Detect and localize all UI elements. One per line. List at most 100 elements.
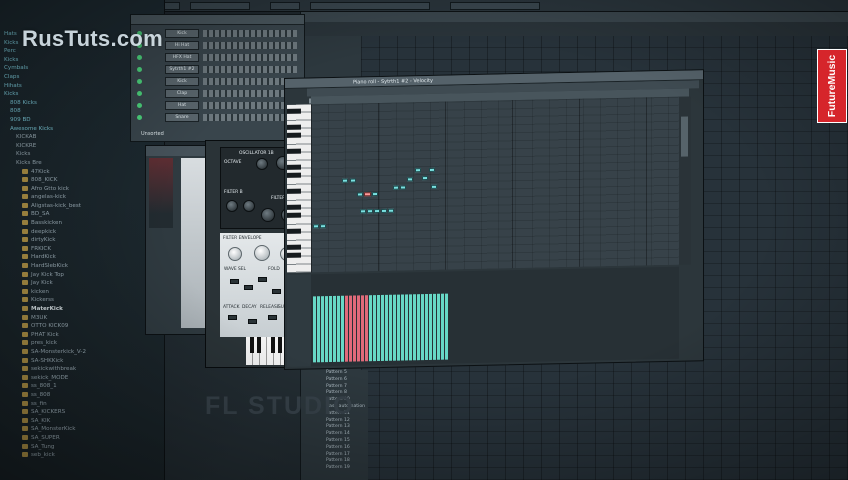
pattern-item[interactable]: Pattern 16 [322,445,368,452]
pattern-item[interactable]: Pattern 15 [322,438,368,445]
piano-roll-grid[interactable] [311,96,679,273]
note[interactable] [415,168,421,173]
pattern-item[interactable]: Pattern 19 [322,465,368,472]
channel-rack-filter[interactable]: Unsorted [141,131,164,137]
velocity-bar[interactable] [353,295,356,362]
velocity-editor[interactable] [311,266,679,367]
browser-item[interactable]: M3UK [0,314,164,323]
velocity-bar[interactable] [369,295,372,362]
slider-handle[interactable] [228,315,237,320]
browser-item[interactable]: SA_KICKERS [0,408,164,417]
note[interactable] [374,208,380,214]
channel-mute-led[interactable] [137,55,142,60]
browser-item[interactable]: Basskicken [0,219,164,228]
browser-item[interactable]: SA_SUPER [0,434,164,443]
slider-handle[interactable] [268,315,277,320]
velocity-bar[interactable] [377,294,380,362]
velocity-bar[interactable] [321,296,324,363]
toolbar-button[interactable] [450,2,540,10]
note[interactable] [372,192,378,197]
step-sequencer[interactable] [203,66,297,73]
velocity-bar[interactable] [381,294,384,361]
channel-mute-led[interactable] [137,91,142,96]
velocity-bar[interactable] [341,295,344,362]
browser-item[interactable]: SA-Monsterkick_V-2 [0,348,164,357]
note[interactable] [357,192,363,197]
channel-row[interactable]: HFX Hat [137,53,297,62]
note[interactable] [407,177,413,182]
velocity-bar[interactable] [429,293,432,360]
velocity-bar[interactable] [413,294,416,361]
slider-handle[interactable] [258,277,267,282]
browser-item[interactable]: Afro Gtto kick [0,185,164,194]
note[interactable] [431,184,437,189]
browser-item[interactable]: SA_KIK [0,417,164,426]
knob[interactable] [256,158,268,170]
toolbar-button[interactable] [310,2,430,10]
browser-item[interactable]: Kickerss [0,296,164,305]
browser-item[interactable]: Kicks [0,150,164,159]
step-sequencer[interactable] [203,54,297,61]
browser-item[interactable]: SA_MonsterKick [0,425,164,434]
step-sequencer[interactable] [203,102,297,109]
channel-row[interactable]: Clap [137,89,297,98]
piano-keyboard[interactable] [287,104,311,273]
channel-rack-title-bar[interactable] [131,15,304,25]
step-sequencer[interactable] [203,90,297,97]
knob[interactable] [243,200,255,212]
channel-row[interactable]: Snare [137,113,297,122]
velocity-bar[interactable] [397,294,400,361]
velocity-bar[interactable] [441,293,444,360]
velocity-bar[interactable] [365,295,368,362]
browser-item[interactable]: KICKRE [0,142,164,151]
velocity-bar[interactable] [357,295,360,362]
browser-item[interactable]: pres_kick [0,339,164,348]
step-sequencer[interactable] [203,30,297,37]
note[interactable] [381,208,387,213]
note[interactable] [313,224,319,229]
note[interactable] [393,185,399,190]
velocity-bar[interactable] [437,293,440,360]
browser-item[interactable]: HardKick [0,253,164,262]
note[interactable] [367,209,373,214]
velocity-bar[interactable] [433,293,436,360]
browser-item[interactable]: 47Kick [0,168,164,177]
channel-row[interactable]: Sytrth1 #2 [137,65,297,74]
channel-name-button[interactable]: Clap [165,89,199,98]
browser-item[interactable]: ss_808 [0,391,164,400]
velocity-bar[interactable] [417,294,420,361]
velocity-bar[interactable] [445,293,448,360]
note[interactable] [360,209,366,214]
channel-name-button[interactable]: Sytrth1 #2 [165,65,199,74]
velocity-bar[interactable] [313,296,316,363]
browser-item[interactable]: PHAT Kick [0,331,164,340]
velocity-bar[interactable] [337,295,340,362]
note[interactable] [388,208,394,213]
channel-mute-led[interactable] [137,115,142,120]
knob[interactable] [254,245,270,261]
browser-item[interactable]: dirtyKick [0,236,164,245]
velocity-bar[interactable] [405,294,408,361]
browser-item[interactable]: ss_808_1 [0,382,164,391]
note[interactable] [400,185,406,190]
channel-row[interactable]: Kick [137,77,297,86]
browser-item[interactable]: SA-SHKKick [0,357,164,366]
channel-mute-led[interactable] [137,67,142,72]
browser-item[interactable]: Kicks Bre [0,159,164,168]
step-sequencer[interactable] [203,78,297,85]
velocity-bar[interactable] [325,296,328,363]
browser-item[interactable]: ss_fin [0,400,164,409]
velocity-bar[interactable] [317,296,320,363]
slider-handle[interactable] [230,279,239,284]
channel-mute-led[interactable] [137,79,142,84]
step-sequencer[interactable] [203,114,297,121]
note[interactable] [429,167,435,172]
browser-item[interactable]: BD_SA [0,210,164,219]
browser-item[interactable]: OTTO KICK09 [0,322,164,331]
channel-name-button[interactable]: Snare [165,113,199,122]
velocity-bar[interactable] [349,295,352,362]
browser-item[interactable]: Aligstas-kick_best [0,202,164,211]
browser-item[interactable]: deepkick [0,228,164,237]
pattern-item[interactable]: Pattern 14 [322,431,368,438]
step-sequencer[interactable] [203,42,297,49]
